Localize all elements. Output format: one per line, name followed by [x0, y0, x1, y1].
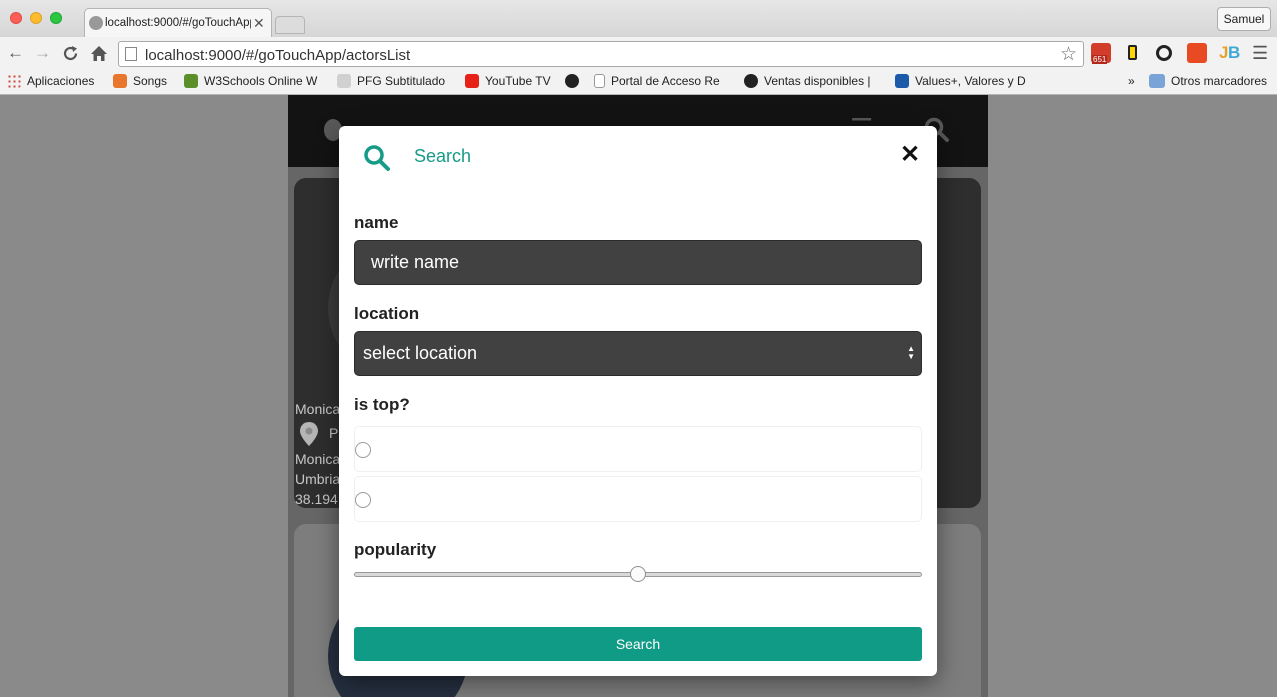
location-label: location [354, 304, 420, 323]
bookmarks-overflow-button[interactable]: » [1128, 74, 1135, 88]
tab-favicon-icon [89, 16, 103, 30]
hamburger-menu-icon[interactable]: ☰ [1252, 43, 1268, 63]
bookmark-favicon-icon [113, 74, 127, 88]
gmail-extension-icon[interactable]: 651 [1091, 43, 1111, 64]
name-input[interactable]: write name [354, 240, 922, 285]
bookmark-favicon-icon [565, 74, 579, 88]
bookmark-item[interactable]: Songs [113, 74, 167, 88]
tab-close-icon[interactable]: ✕ [253, 15, 265, 32]
bookmark-item[interactable]: W3Schools Online W [184, 74, 318, 88]
bookmark-favicon-icon [337, 74, 351, 88]
close-icon[interactable]: ✕ [899, 143, 921, 167]
c-extension-icon[interactable] [1187, 43, 1207, 63]
reload-icon[interactable] [62, 45, 79, 62]
cast-extension-icon[interactable] [1122, 43, 1142, 63]
browser-chrome: localhost:9000/#/goTouchApp/actorsList ✕… [0, 0, 1277, 95]
other-bookmarks-folder[interactable]: Otros marcadores [1149, 74, 1267, 88]
tab-strip: localhost:9000/#/goTouchApp/actorsList ✕… [0, 0, 1277, 37]
page-icon [594, 74, 605, 88]
bookmark-item[interactable]: PFG Subtitulado [337, 74, 445, 88]
back-icon[interactable]: ← [7, 43, 24, 63]
actor-detail: Umbria [295, 471, 341, 487]
folder-icon [1149, 74, 1165, 88]
name-label: name [354, 213, 399, 232]
is-top-label: is top? [354, 395, 410, 414]
bookmark-item[interactable] [565, 74, 585, 88]
select-arrows-icon: ▲ ▼ [907, 344, 915, 361]
bookmark-item[interactable]: Portal de Acceso Re [594, 74, 725, 88]
apps-grid-icon [7, 74, 21, 88]
is-top-radio[interactable] [355, 442, 371, 458]
actor-location: P [329, 425, 339, 441]
navigation-bar: ← → localhost:9000/#/goTouchApp/actorsLi… [0, 37, 1277, 70]
bookmark-item[interactable]: YouTube TV [465, 74, 551, 88]
new-tab-button[interactable] [275, 16, 305, 34]
maximize-window-button[interactable] [50, 12, 62, 24]
page-icon [125, 47, 137, 61]
is-top-option[interactable] [354, 426, 922, 472]
tab-title: localhost:9000/#/goTouchApp/actorsList [105, 17, 251, 29]
youtube-icon [465, 74, 479, 88]
search-modal: Search ✕ name write name location select… [339, 126, 937, 676]
profile-button[interactable]: Samuel [1217, 7, 1271, 31]
minimize-window-button[interactable] [30, 12, 42, 24]
map-pin-icon [300, 422, 318, 446]
popularity-slider-thumb[interactable] [630, 566, 646, 582]
bookmark-item[interactable]: Ventas disponibles | [744, 74, 871, 88]
actor-name: Monica [295, 401, 341, 417]
jb-extension-icon[interactable]: J B [1219, 43, 1240, 63]
bookmark-favicon-icon [184, 74, 198, 88]
bookmark-item[interactable]: Values+, Valores y D [895, 74, 1029, 88]
forward-icon[interactable]: → [34, 43, 51, 63]
g-extension-icon[interactable] [1154, 43, 1174, 63]
modal-title: Search [414, 146, 472, 166]
home-icon[interactable] [90, 45, 108, 62]
is-top-option[interactable] [354, 476, 922, 522]
address-bar[interactable]: localhost:9000/#/goTouchApp/actorsList ☆ [118, 41, 1084, 67]
address-url[interactable]: localhost:9000/#/goTouchApp/actorsList [145, 47, 410, 64]
actor-coordinate: 38.194 [295, 491, 338, 507]
search-submit-button[interactable]: Search [354, 627, 922, 661]
browser-tab[interactable]: localhost:9000/#/goTouchApp/actorsList ✕ [84, 8, 272, 37]
actor-detail: Monica [295, 451, 341, 467]
close-window-button[interactable] [10, 12, 22, 24]
location-select[interactable]: select location ▲ ▼ [354, 331, 922, 376]
bookmarks-bar: Aplicaciones Songs W3Schools Online W PF… [0, 70, 1277, 94]
bookmark-favicon-icon [744, 74, 758, 88]
location-select-value: select location [363, 343, 478, 363]
popularity-label: popularity [354, 540, 437, 559]
is-top-radio[interactable] [355, 492, 371, 508]
gmail-badge: 651 [1092, 55, 1108, 64]
bookmark-favicon-icon [895, 74, 909, 88]
search-icon [364, 145, 390, 171]
star-icon[interactable]: ☆ [1060, 43, 1077, 66]
bookmark-item[interactable]: Aplicaciones [7, 74, 94, 88]
